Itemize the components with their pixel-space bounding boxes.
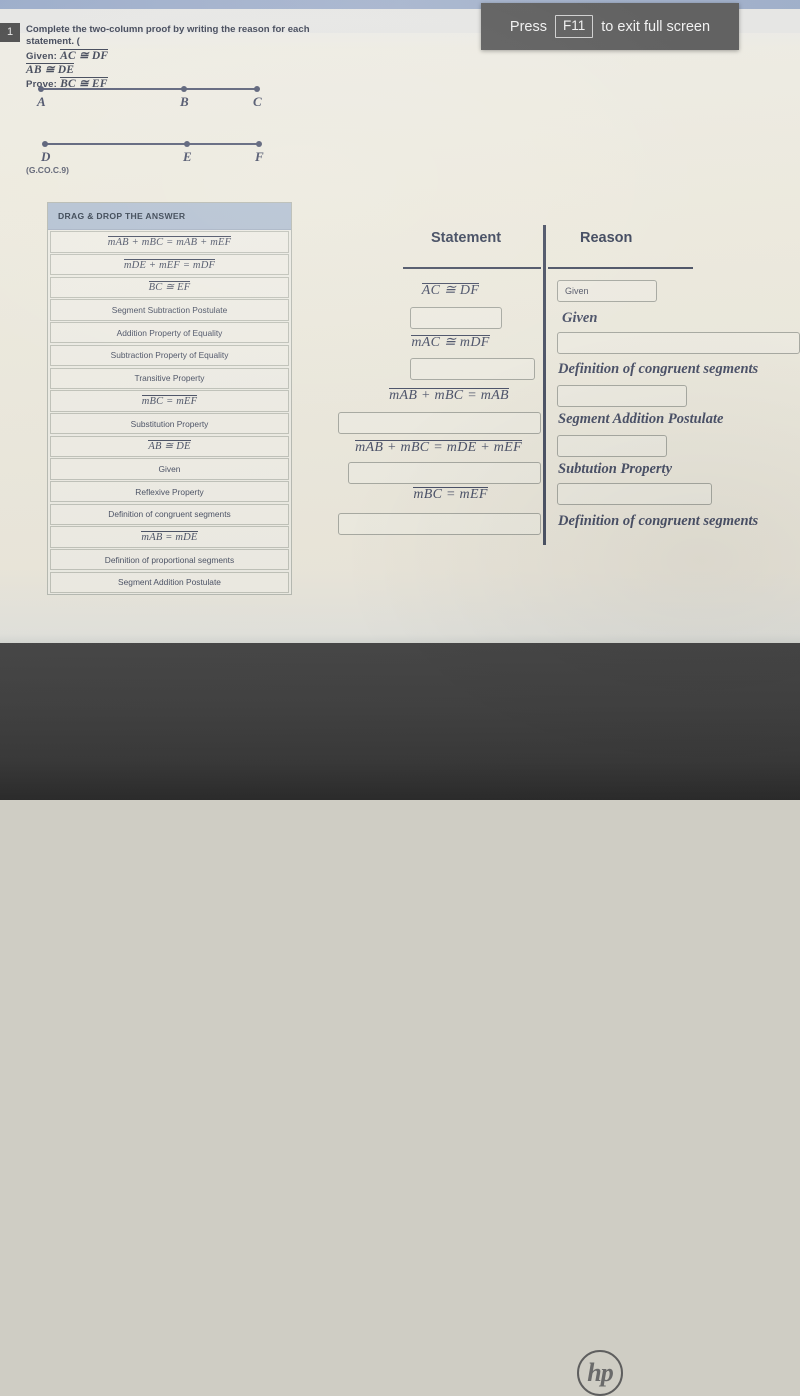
bank-item-label: mBC = mEF [141,394,198,407]
reason-column-header: Reason [580,230,633,246]
bank-item-label: AB ≅ DE [148,440,191,453]
statement-blank-1[interactable] [410,307,502,329]
drag-drop-answer-bank: DRAG & DROP THE ANSWER mAB + mBC = mAB +… [47,202,292,596]
point-c-label: C [253,94,262,109]
statement-header-rule [403,267,541,270]
given-expression-2: AB ≅ DE [26,63,75,77]
hp-logo: hp [577,1350,623,1396]
given-label: Given: [26,50,58,62]
statement-row-1: AC ≅ DF [363,283,538,299]
point-e-dot [184,141,190,147]
reason-blank-1[interactable]: Given [557,280,657,302]
bank-item-label: mAB = mDE [141,530,198,543]
segment-line-df [44,143,260,146]
statement-blank-5[interactable] [338,513,541,535]
bank-item[interactable]: AB ≅ DE [50,435,289,457]
statement-row-3: mAB + mBC = mAB [358,388,540,404]
bank-item-label: Given [158,463,181,474]
fullscreen-toast: Press F11 to exit full screen [481,3,739,50]
two-column-proof: Statement Reason AC ≅ DF mAC ≅ mDF mAB +… [330,225,800,555]
statement-text-2: mAC ≅ mDF [411,335,490,350]
segment-figure-abc: A B C [37,86,263,116]
f11-key-badge: F11 [555,15,594,38]
reason-blank-3[interactable] [557,385,687,407]
point-c-dot [254,86,260,92]
point-a-label: A [37,94,46,109]
reason-header-rule [548,267,693,270]
question-prompt: Complete the two-column proof by writing… [26,24,356,91]
bank-item-label: Substitution Property [130,418,209,429]
laptop-screen-photo: Press F11 to exit full screen 1 Complete… [0,0,800,1396]
prompt-instruction: Complete the two-column proof by writing… [26,24,310,48]
point-d-dot [42,141,48,147]
reason-text-4: Subtution Property [558,461,673,477]
bank-item[interactable]: Definition of proportional segments [50,549,289,571]
statement-blank-4[interactable] [348,462,541,484]
bank-item[interactable]: Reflexive Property [50,480,289,503]
statement-blank-2[interactable] [410,358,535,380]
given-line-1: Given: AC ≅ DF [26,48,356,63]
reason-text-2: Definition of congruent segments [558,361,759,377]
column-divider [543,225,546,545]
statement-row-2: mAC ≅ mDF [363,335,538,351]
bank-item-label: Segment Subtraction Postulate [111,305,228,316]
point-e-label: E [183,149,192,164]
given-expression-1: AC ≅ DF [60,48,109,62]
bank-item-label: mAB + mBC = mAB + mEF [107,236,232,249]
toast-before-text: Press [509,18,547,35]
laptop-bezel: hp [0,643,800,1396]
toast-after-text: to exit full screen [601,18,711,35]
bank-item-label: Reflexive Property [135,486,204,497]
bank-header-label: DRAG & DROP THE ANSWER [48,203,291,230]
point-b-label: B [180,94,189,109]
bank-item-label: Transitive Property [134,373,205,384]
reason-blank-5[interactable] [557,483,712,505]
bank-item[interactable]: Definition of congruent segments [50,503,289,525]
bank-item[interactable]: Segment Addition Postulate [50,571,289,593]
point-b-dot [181,86,187,92]
reason-text-3: Segment Addition Postulate [558,411,724,427]
statement-blank-3[interactable] [338,412,541,434]
segment-figure-def: D E F [41,141,267,171]
standard-code-label: (G.CO.C.9) [26,165,69,175]
reason-blank-2[interactable] [557,332,800,354]
statement-text-1: AC ≅ DF [421,283,480,298]
statement-row-4: mAB + mBC = mDE + mEF [336,440,541,456]
bank-item[interactable]: Given [50,458,289,480]
bank-item-label: Definition of proportional segments [104,554,235,565]
segment-line-ac [40,88,258,91]
bank-item-label: mDE + mEF = mDF [123,258,216,271]
reason-text-5: Definition of congruent segments [558,513,759,529]
point-d-label: D [41,149,51,164]
question-number-badge: 1 [0,23,20,42]
bank-item-label: Addition Property of Equality [116,327,223,338]
bank-item[interactable]: BC ≅ EF [50,276,289,299]
given-line-2: AB ≅ DE [26,63,356,76]
reason-text-1: Given [562,310,598,326]
statement-row-5: mBC = mEF [363,487,538,503]
bank-item-label: Definition of congruent segments [108,509,231,520]
bank-item-label: BC ≅ EF [148,281,191,294]
statement-text-4: mAB + mBC = mDE + mEF [355,440,522,455]
statement-column-header: Statement [431,230,502,246]
bank-item[interactable]: mDE + mEF = mDF [50,254,289,276]
bank-item[interactable]: Subtraction Property of Equality [50,344,289,367]
point-f-dot [256,141,262,147]
bank-item[interactable]: Substitution Property [50,412,289,435]
statement-text-3: mAB + mBC = mAB [389,388,509,403]
bank-item[interactable]: Segment Subtraction Postulate [50,299,289,321]
statement-text-5: mBC = mEF [413,487,488,502]
bank-item[interactable]: mBC = mEF [50,390,289,412]
bank-item-label: Segment Addition Postulate [118,577,221,588]
bank-item-label: Subtraction Property of Equality [110,350,229,361]
bank-item[interactable]: mAB + mBC = mAB + mEF [50,231,289,253]
point-a-dot [38,86,44,92]
bank-item[interactable]: Transitive Property [50,367,289,389]
bank-item-list: mAB + mBC = mAB + mEF mDE + mEF = mDF BC ≅… [48,231,291,593]
point-f-label: F [255,149,264,164]
reason-blank-4[interactable] [557,435,667,457]
bank-item[interactable]: mAB = mDE [50,526,289,548]
bank-item[interactable]: Addition Property of Equality [50,322,289,344]
